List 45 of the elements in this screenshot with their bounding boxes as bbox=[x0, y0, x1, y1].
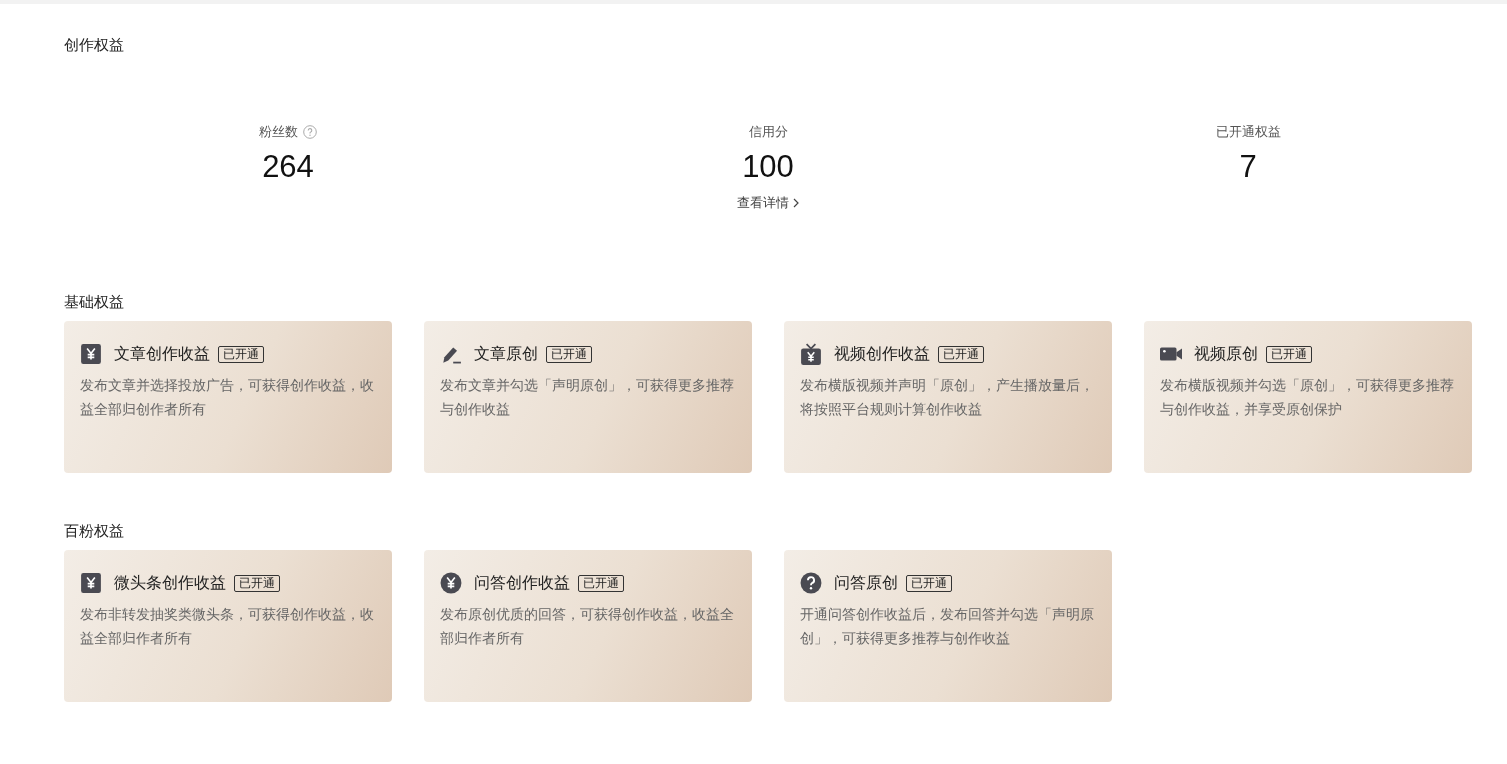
benefit-description: 发布横版视频并勾选「原创」，可获得更多推荐与创作收益，并享受原创保护 bbox=[1160, 376, 1455, 419]
benefit-title: 微头条创作收益 bbox=[114, 572, 226, 594]
status-tag: 已开通 bbox=[938, 345, 984, 363]
benefit-card[interactable]: 问答创作收益 已开通 发布原创优质的回答，可获得创作收益，收益全部归作者所有 bbox=[424, 550, 752, 702]
benefit-description: 发布原创优质的回答，可获得创作收益，收益全部归作者所有 bbox=[440, 605, 735, 648]
status-tag: 已开通 bbox=[546, 345, 592, 363]
benefit-card[interactable]: 视频原创 已开通 发布横版视频并勾选「原创」，可获得更多推荐与创作收益，并享受原创保护 bbox=[1144, 321, 1472, 473]
benefit-title: 文章原创 bbox=[474, 343, 538, 365]
stat-label: 已开通权益 bbox=[1215, 123, 1281, 141]
chevron-icon bbox=[791, 198, 800, 208]
status-tag: 已开通 bbox=[234, 574, 280, 592]
benefit-description: 发布文章并勾选「声明原创」，可获得更多推荐与创作收益 bbox=[440, 376, 735, 419]
section-title: 百粉权益 bbox=[64, 521, 125, 541]
benefit-title: 视频创作收益 bbox=[834, 343, 930, 365]
benefit-card[interactable]: 问答原创 已开通 开通问答创作收益后，发布回答并勾选「声明原创」，可获得更多推荐与创作收益 bbox=[784, 550, 1112, 702]
section-title: 基础权益 bbox=[64, 292, 125, 312]
benefit-card[interactable]: 文章原创 已开通 发布文章并勾选「声明原创」，可获得更多推荐与创作收益 bbox=[424, 321, 752, 473]
stat-value: 7 bbox=[1239, 148, 1257, 186]
benefit-description: 发布横版视频并声明「原创」，产生播放量后，将按照平台规则计算创作收益 bbox=[800, 376, 1095, 419]
stat-label: 信用分 bbox=[748, 123, 788, 141]
benefit-description: 发布文章并选择投放广告，可获得创作收益，收益全部归创作者所有 bbox=[80, 376, 375, 419]
tv-icon bbox=[800, 343, 822, 365]
benefit-card[interactable]: 文章创作收益 已开通 发布文章并选择投放广告，可获得创作收益，收益全部归创作者所有 bbox=[64, 321, 392, 473]
stat-value: 264 bbox=[262, 148, 314, 186]
yen-icon bbox=[80, 572, 102, 594]
status-tag: 已开通 bbox=[1266, 345, 1312, 363]
benefit-description: 开通问答创作收益后，发布回答并勾选「声明原创」，可获得更多推荐与创作收益 bbox=[800, 605, 1095, 648]
help-icon[interactable] bbox=[303, 125, 317, 139]
stat-label: 粉丝数 bbox=[259, 123, 298, 141]
details-link[interactable]: 查看详情 bbox=[736, 194, 800, 212]
status-tag: 已开通 bbox=[218, 345, 264, 363]
status-tag: 已开通 bbox=[906, 574, 952, 592]
yen-icon bbox=[440, 572, 462, 594]
benefit-title: 问答创作收益 bbox=[474, 572, 570, 594]
question-icon bbox=[800, 572, 822, 594]
benefit-title: 问答原创 bbox=[834, 572, 898, 594]
benefit-card[interactable]: 视频创作收益 已开通 发布横版视频并声明「原创」，产生播放量后，将按照平台规则计算创作收益 bbox=[784, 321, 1112, 473]
benefit-description: 发布非转发抽奖类微头条，可获得创作收益，收益全部归作者所有 bbox=[80, 605, 375, 648]
section-title: 创作权益 bbox=[64, 35, 125, 55]
yen-icon bbox=[80, 343, 102, 365]
stat-value: 100 bbox=[742, 148, 794, 186]
status-tag: 已开通 bbox=[578, 574, 624, 592]
benefit-card[interactable]: 微头条创作收益 已开通 发布非转发抽奖类微头条，可获得创作收益，收益全部归作者所有 bbox=[64, 550, 392, 702]
benefit-title: 文章创作收益 bbox=[114, 343, 210, 365]
benefit-title: 视频原创 bbox=[1194, 343, 1258, 365]
